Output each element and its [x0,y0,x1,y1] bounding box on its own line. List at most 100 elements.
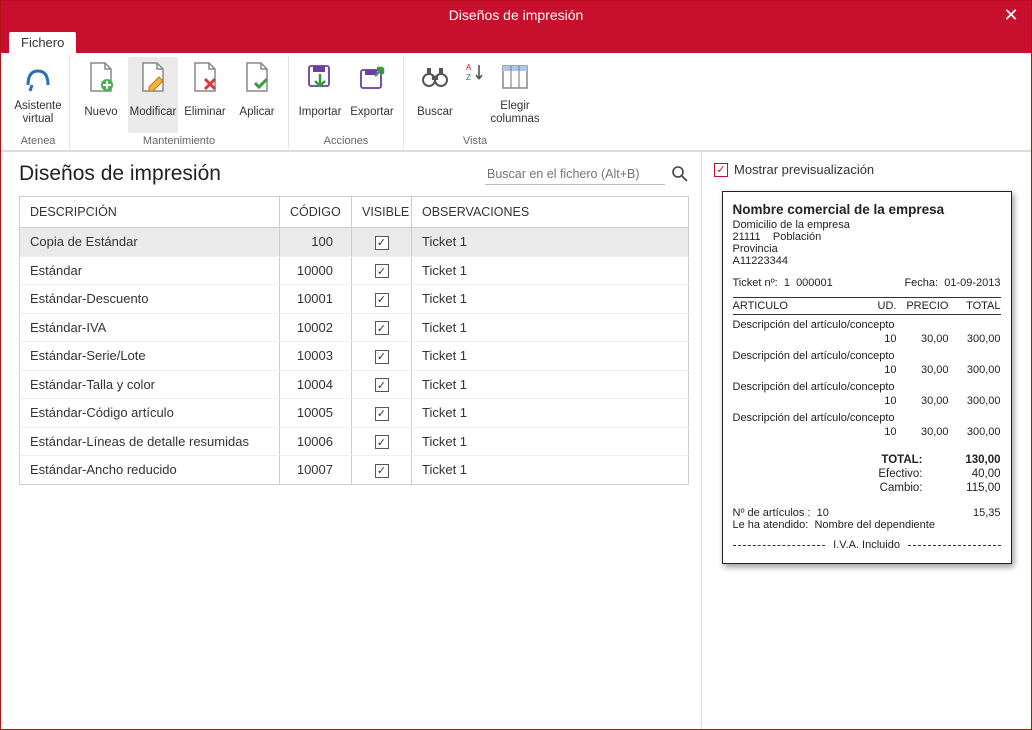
preview-iva: I.V.A. Incluido [733,539,1001,551]
preview-tax-id: A11223344 [733,255,1001,267]
preview-item-desc: Descripción del artículo/concepto [733,346,1001,363]
table-row[interactable]: Estándar-Descuento10001Ticket 1 [20,285,689,314]
preview-province: Provincia [733,243,1001,255]
elegir-columnas-button[interactable]: Elegir columnas [490,57,540,133]
cell-desc: Copia de Estándar [20,228,280,257]
cell-desc: Estándar-Talla y color [20,370,280,399]
preview-atendido: Le ha atendido: Nombre del dependiente [733,519,1001,531]
cell-code: 10000 [280,256,352,285]
exportar-button[interactable]: Exportar [347,57,397,133]
search-input[interactable] [485,164,665,185]
nuevo-label: Nuevo [84,95,117,131]
edit-icon [137,61,169,93]
table-row[interactable]: Estándar-Talla y color10004Ticket 1 [20,370,689,399]
preview-item-total: 300,00 [949,332,1001,346]
exportar-label: Exportar [350,95,393,131]
nuevo-button[interactable]: Nuevo [76,57,126,133]
page-title: Diseños de impresión [19,162,485,186]
checkbox-icon [375,407,389,421]
table-row[interactable]: Copia de Estándar100 Ticket 1 [20,228,689,257]
cell-obs: Ticket 1 [412,256,689,285]
assistant-icon [22,61,54,93]
preview-col-precio: PRECIO [897,298,949,315]
sort-az-icon: AZ [464,61,486,83]
ribbon-group-mantenimiento-label: Mantenimiento [143,133,215,147]
col-header-desc[interactable]: DESCRIPCIÓN [20,197,280,228]
preview-item-ud: 10 [863,425,897,439]
cell-code: 10005 [280,399,352,428]
preview-item-desc: Descripción del artículo/concepto [733,315,1001,333]
preview-item-desc: Descripción del artículo/concepto [733,377,1001,394]
cell-visible[interactable] [352,228,412,257]
cell-obs: Ticket 1 [412,228,689,257]
window-title: Diseños de impresión [449,7,584,23]
preview-item-ud: 10 [863,394,897,408]
table-row[interactable]: Estándar-IVA10002Ticket 1 [20,313,689,342]
svg-text:A: A [466,63,472,72]
table-row[interactable]: Estándar-Serie/Lote10003Ticket 1 [20,342,689,371]
cell-obs: Ticket 1 [412,456,689,485]
aplicar-button[interactable]: Aplicar [232,57,282,133]
right-pane: Mostrar previsualización Nombre comercia… [701,152,1031,729]
preview-item-precio: 30,00 [897,394,949,408]
search-icon[interactable] [671,165,689,183]
buscar-label: Buscar [417,95,453,131]
checkbox-icon [375,264,389,278]
import-icon [304,61,336,93]
cell-code: 10003 [280,342,352,371]
cell-visible[interactable] [352,285,412,314]
importar-button[interactable]: Importar [295,57,345,133]
assistant-label: Asistente virtual [14,95,61,131]
preview-item-precio: 30,00 [897,332,949,346]
elegir-columnas-label: Elegir columnas [490,95,539,131]
preview-ticket-row: Ticket nº: 1 000001 Fecha: 01-09-2013 [733,277,1001,289]
ribbon: Asistente virtual Atenea Nuevo Modifica [1,53,1031,151]
cell-visible[interactable] [352,313,412,342]
cell-obs: Ticket 1 [412,285,689,314]
cell-visible[interactable] [352,456,412,485]
cell-visible[interactable] [352,342,412,371]
cell-visible[interactable] [352,399,412,428]
cell-desc: Estándar-Ancho reducido [20,456,280,485]
col-header-visible[interactable]: VISIBLE [352,197,412,228]
cell-visible[interactable] [352,256,412,285]
cell-code: 10002 [280,313,352,342]
cell-visible[interactable] [352,370,412,399]
preview-item-total: 300,00 [949,425,1001,439]
cell-code: 10001 [280,285,352,314]
assistant-button[interactable]: Asistente virtual [13,57,63,133]
col-header-obs[interactable]: OBSERVACIONES [412,197,689,228]
preview-address: Domicilio de la empresa [733,219,1001,231]
ribbon-group-acciones-label: Acciones [324,133,369,147]
close-button[interactable]: ✕ [991,1,1031,29]
col-header-code[interactable]: CÓDIGO [280,197,352,228]
tab-fichero[interactable]: Fichero [9,32,76,53]
eliminar-button[interactable]: Eliminar [180,57,230,133]
svg-text:Z: Z [466,73,471,82]
preview-item-total: 300,00 [949,363,1001,377]
ribbon-group-vista: Buscar AZ Elegir columnas Vista [404,55,546,149]
ribbon-group-atenea: Asistente virtual Atenea [7,55,70,149]
cell-obs: Ticket 1 [412,427,689,456]
checkbox-icon [714,163,728,177]
table-row[interactable]: Estándar-Código artículo10005Ticket 1 [20,399,689,428]
cell-obs: Ticket 1 [412,399,689,428]
preview-item-precio: 30,00 [897,425,949,439]
buscar-button[interactable]: Buscar [410,57,460,133]
preview-col-total: TOTAL [949,298,1001,315]
table-row[interactable]: Estándar-Líneas de detalle resumidas1000… [20,427,689,456]
cell-code: 100 [280,228,352,257]
modificar-button[interactable]: Modificar [128,57,178,133]
cell-code: 10004 [280,370,352,399]
sort-az-button[interactable]: AZ [462,57,488,133]
preview-totals: TOTAL:130,00 Efectivo:40,00 Cambio:115,0… [733,453,1001,495]
aplicar-label: Aplicar [239,95,274,131]
checkbox-icon [375,435,389,449]
table-row[interactable]: Estándar10000Ticket 1 [20,256,689,285]
show-preview-checkbox[interactable]: Mostrar previsualización [714,162,1019,177]
cell-visible[interactable] [352,427,412,456]
preview-company-name: Nombre comercial de la empresa [733,202,1001,217]
show-preview-label: Mostrar previsualización [734,162,874,177]
tabstrip: Fichero [1,29,1031,53]
table-row[interactable]: Estándar-Ancho reducido10007Ticket 1 [20,456,689,485]
